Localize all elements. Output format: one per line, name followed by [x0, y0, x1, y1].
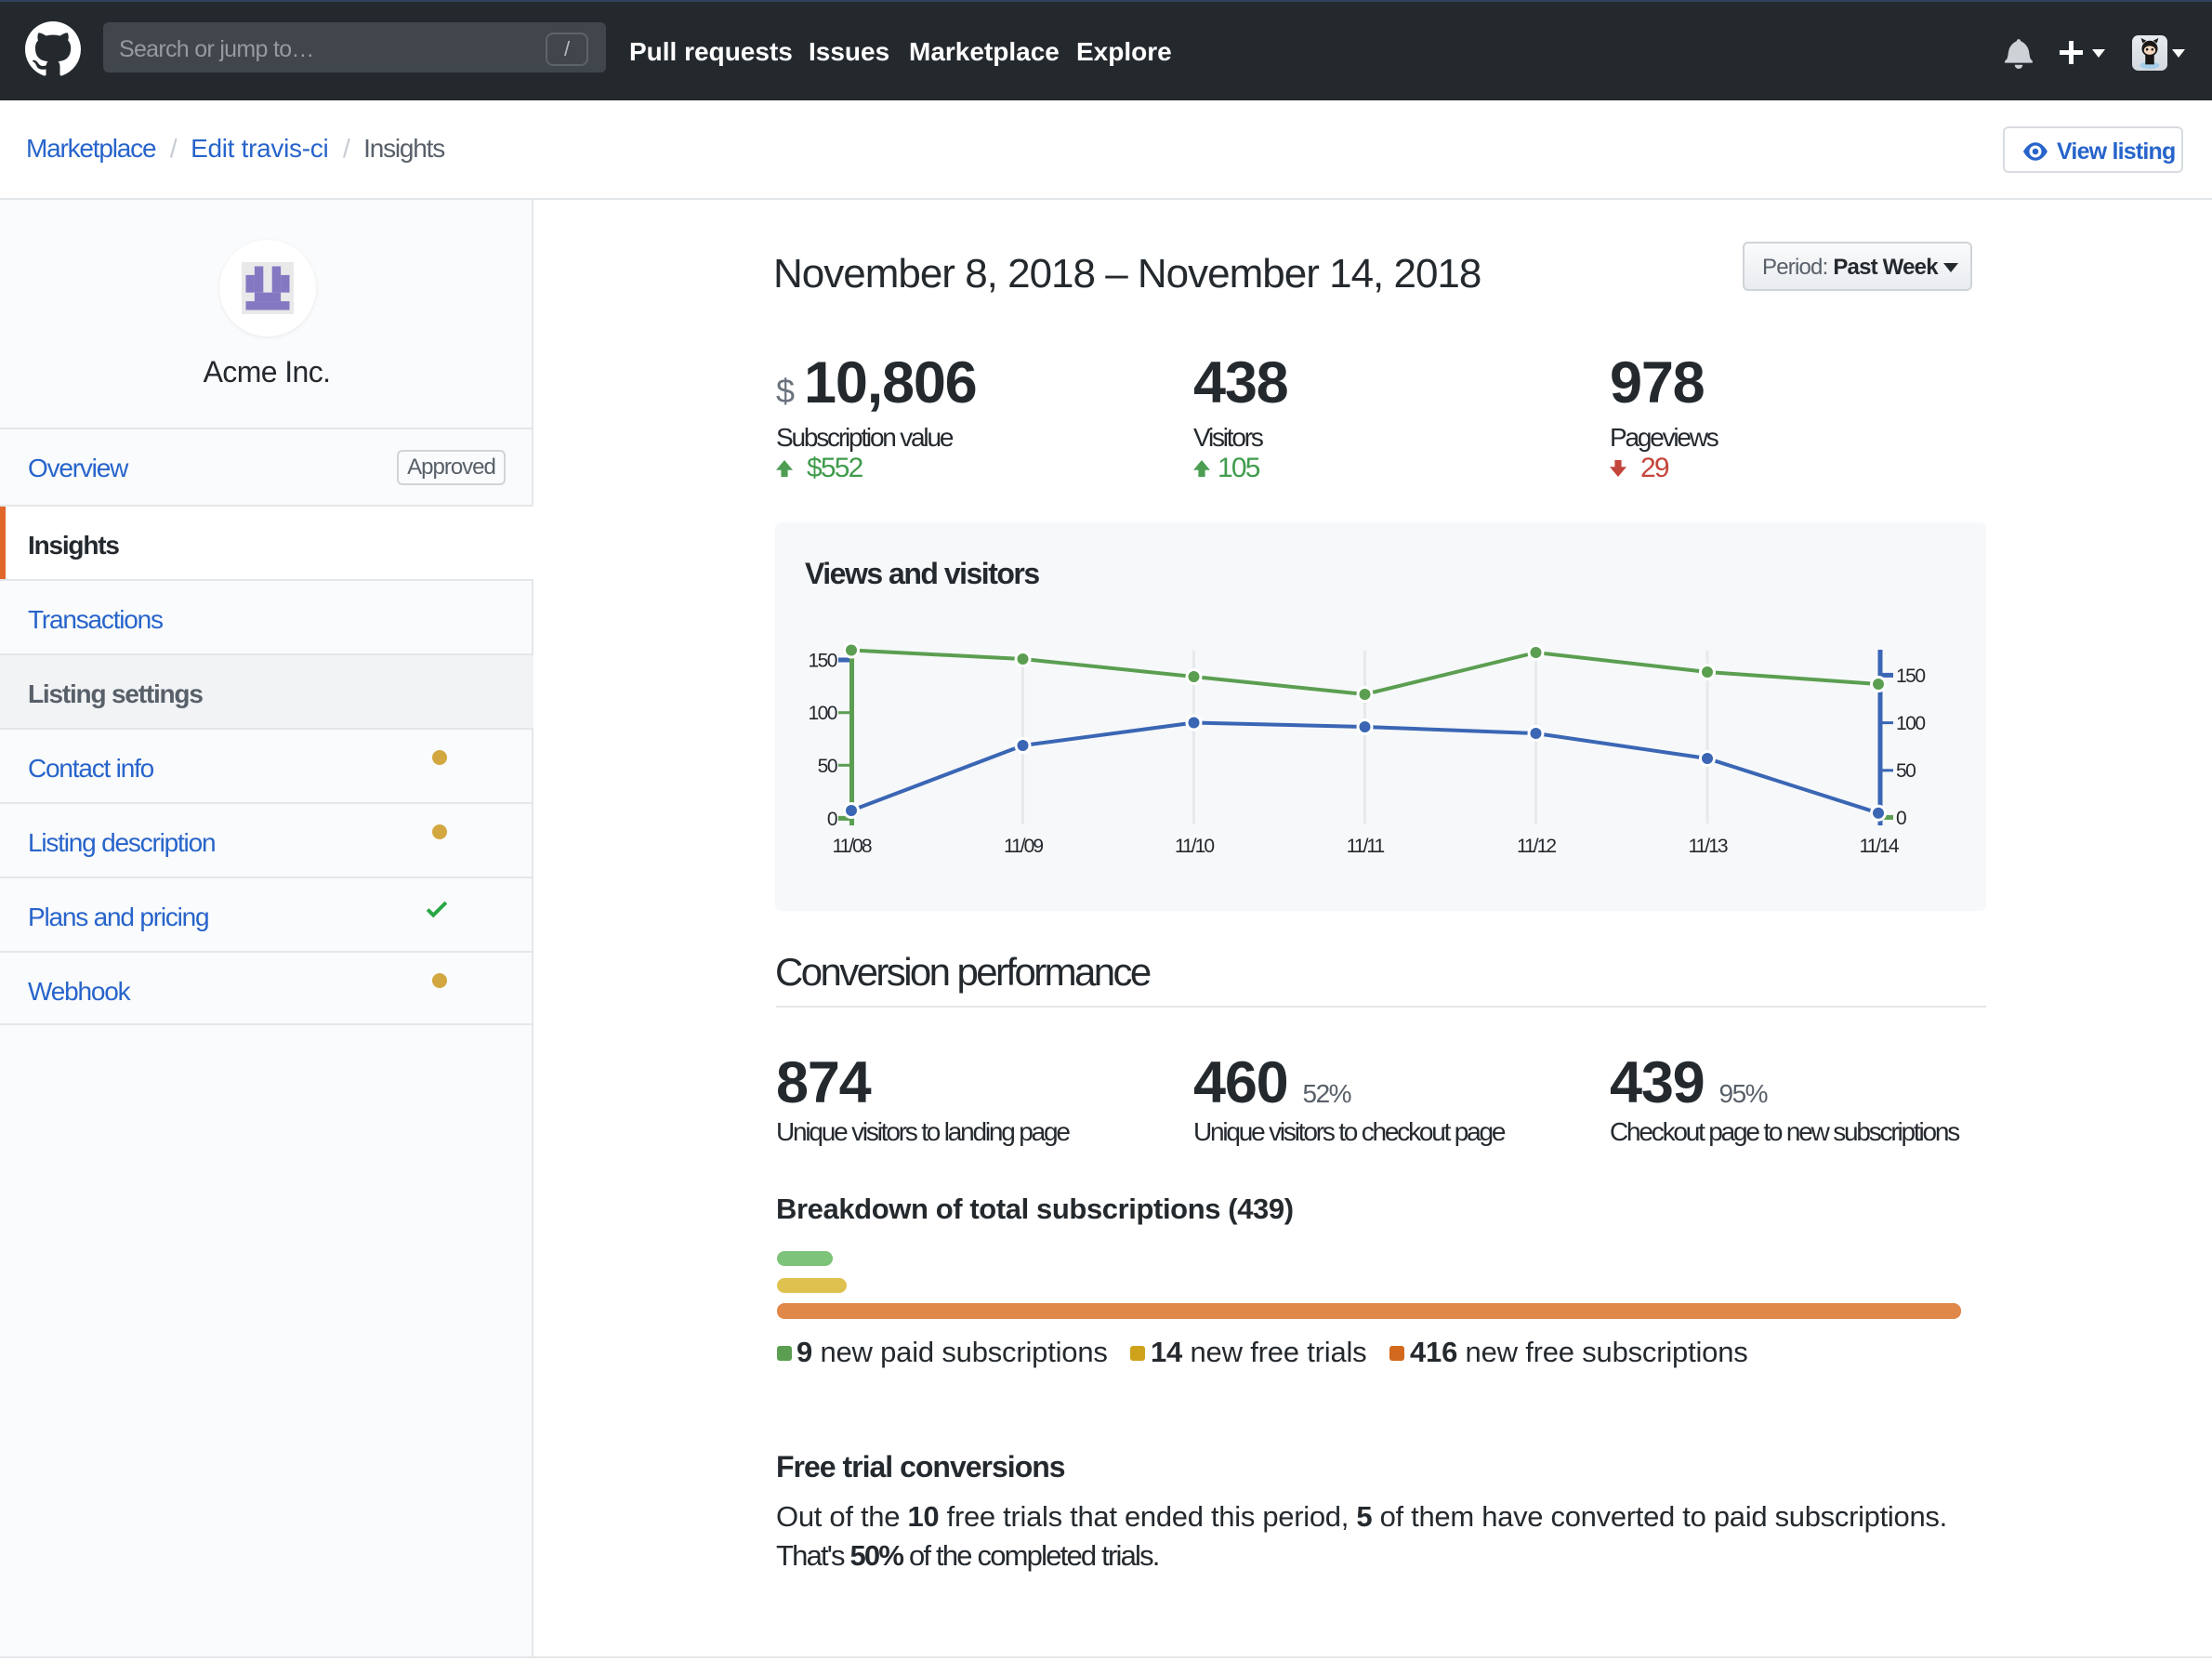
- svg-text:100: 100: [1896, 713, 1925, 734]
- svg-text:50: 50: [818, 756, 837, 777]
- svg-text:11/08: 11/08: [833, 836, 872, 857]
- svg-text:11/13: 11/13: [1689, 836, 1728, 857]
- svg-text:0: 0: [1896, 808, 1906, 829]
- svg-text:50: 50: [1896, 760, 1916, 782]
- svg-text:11/12: 11/12: [1517, 836, 1556, 857]
- svg-text:150: 150: [1896, 666, 1925, 687]
- svg-text:11/14: 11/14: [1860, 836, 1900, 857]
- svg-text:0: 0: [827, 809, 837, 830]
- svg-text:100: 100: [808, 703, 836, 724]
- svg-text:11/10: 11/10: [1175, 836, 1214, 857]
- svg-text:11/11: 11/11: [1347, 836, 1385, 857]
- svg-text:Views and visitors: Views and visitors: [805, 557, 1039, 590]
- svg-text:150: 150: [808, 651, 836, 672]
- svg-text:11/09: 11/09: [1004, 836, 1043, 857]
